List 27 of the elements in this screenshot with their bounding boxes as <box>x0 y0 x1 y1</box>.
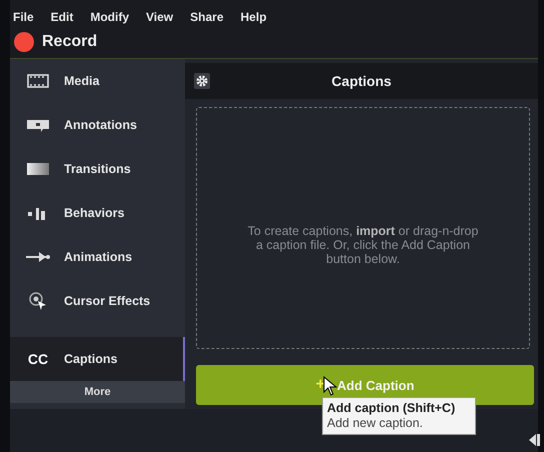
record-dot-icon <box>14 32 34 52</box>
tooltip-text: Add new caption. <box>327 416 424 431</box>
speech-bubble-icon <box>26 118 50 132</box>
sidebar-item[interactable]: Transitions <box>10 147 185 191</box>
sidebar-item[interactable]: Media <box>10 59 185 103</box>
menu-item[interactable]: View <box>146 10 174 26</box>
more-button[interactable]: More <box>10 381 185 403</box>
drop-hint-text: To create captions, import or drag-n-drop a caption file. Or, click the Add Caption button below. <box>246 224 480 266</box>
cc-icon: CC <box>28 351 48 367</box>
sidebar-item[interactable]: CC Captions <box>10 337 185 381</box>
menu-item[interactable]: Share <box>190 10 224 26</box>
menu-item[interactable]: File <box>13 10 34 26</box>
menu-item[interactable]: Edit <box>50 10 74 26</box>
sidebar-item[interactable]: Cursor Effects <box>10 279 185 323</box>
menu-item[interactable]: Help <box>240 10 267 26</box>
menu-item[interactable]: Modify <box>90 10 130 26</box>
sidebar-item[interactable]: Animations <box>10 235 185 279</box>
gradient-rectangle-icon <box>26 162 50 176</box>
settings-icon[interactable] <box>194 73 210 89</box>
arrow-icon <box>25 251 51 263</box>
sidebar-item[interactable]: Annotations <box>10 103 185 147</box>
sidebar-item[interactable]: Behaviors <box>10 191 185 235</box>
record-label[interactable]: Record <box>42 33 98 51</box>
film-icon <box>27 74 49 88</box>
caption-drop-zone[interactable]: To create captions, import or drag-n-drop a caption file. Or, click the Add Caption button below. <box>196 107 530 349</box>
panel-title: Captions <box>330 73 392 89</box>
cursor-click-icon <box>28 291 48 311</box>
